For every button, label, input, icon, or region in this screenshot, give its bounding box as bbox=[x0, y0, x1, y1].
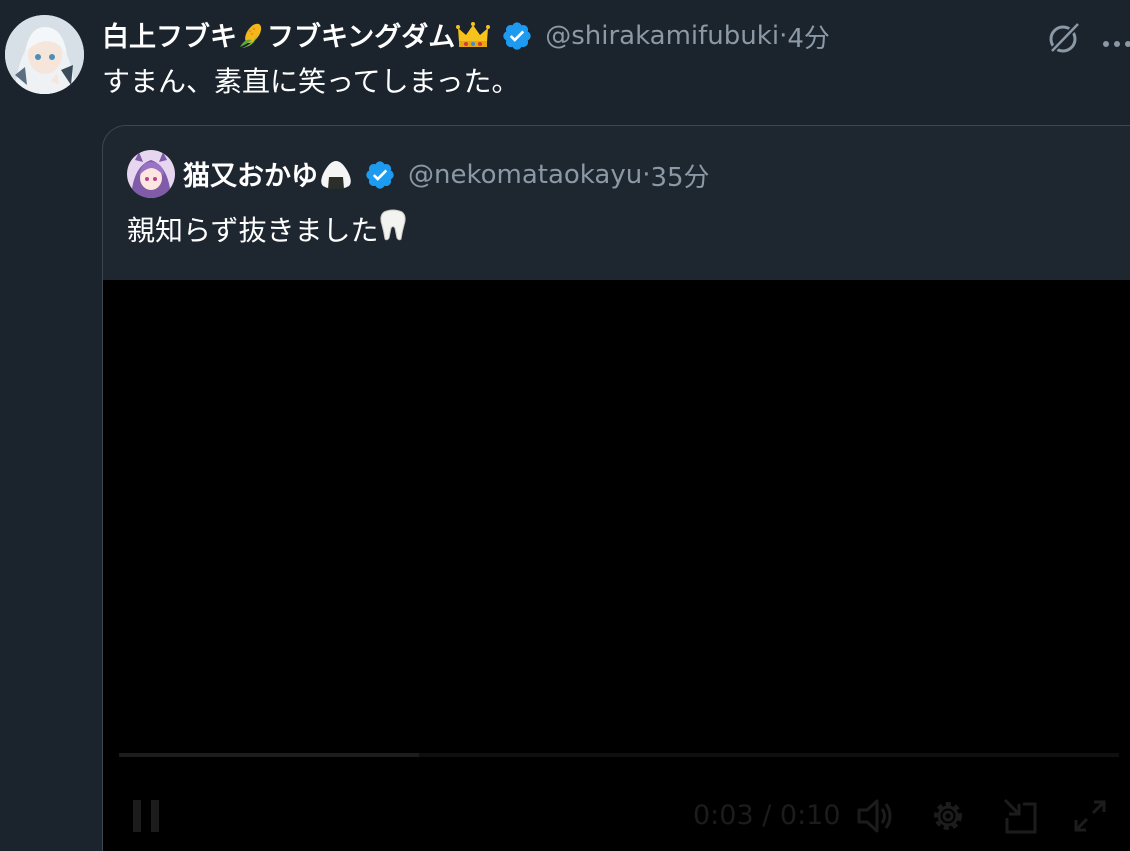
crown-emoji bbox=[455, 20, 491, 57]
avatar[interactable] bbox=[5, 15, 84, 94]
volume-icon[interactable] bbox=[855, 796, 895, 836]
quoted-tweet-text: 親知らず抜きました bbox=[127, 208, 408, 249]
quoted-tweet-header: 猫又おかゆ @nekomataokayu · 35分 bbox=[183, 154, 710, 196]
timestamp[interactable]: 4分 bbox=[787, 18, 830, 55]
verified-badge-icon[interactable] bbox=[501, 20, 533, 52]
quoted-timestamp[interactable]: 35分 bbox=[650, 157, 709, 194]
handle[interactable]: @shirakamifubuki bbox=[545, 21, 779, 51]
tooth-emoji bbox=[378, 208, 408, 249]
video-progress-bar[interactable] bbox=[119, 753, 1119, 757]
quoted-display-name[interactable]: 猫又おかゆ bbox=[183, 154, 354, 197]
corn-emoji bbox=[237, 20, 267, 57]
grok-icon[interactable] bbox=[1046, 20, 1082, 56]
tweet-header: 白上フブキ フブキングダム @shirakamifubuki · 4分 bbox=[102, 14, 830, 58]
quoted-separator: · bbox=[642, 160, 651, 190]
more-dots-icon[interactable] bbox=[1102, 33, 1130, 47]
video-progress-fill bbox=[119, 753, 419, 757]
separator: · bbox=[779, 21, 788, 51]
quoted-handle[interactable]: @nekomataokayu bbox=[408, 160, 642, 190]
fullscreen-icon[interactable] bbox=[1070, 796, 1110, 836]
display-name[interactable]: 白上フブキ フブキングダム bbox=[102, 15, 491, 57]
onigiri-emoji bbox=[318, 158, 354, 197]
quoted-verified-badge-icon[interactable] bbox=[364, 159, 396, 191]
pause-icon[interactable] bbox=[131, 798, 163, 834]
quoted-tweet-card[interactable]: 猫又おかゆ @nekomataokayu · 35分 親知らず抜きました 0:0… bbox=[102, 125, 1130, 851]
tweet[interactable]: 白上フブキ フブキングダム @shirakamifubuki · 4分 すまん、素… bbox=[0, 0, 1130, 851]
video-time: 0:03 / 0:10 bbox=[693, 800, 841, 831]
picture-in-picture-icon[interactable] bbox=[1001, 796, 1041, 836]
video-player[interactable]: 0:03 / 0:10 bbox=[103, 280, 1130, 851]
gear-icon[interactable] bbox=[928, 796, 968, 836]
quoted-avatar[interactable] bbox=[127, 150, 175, 198]
tweet-text: すまん、素直に笑ってしまった。 bbox=[102, 65, 520, 98]
